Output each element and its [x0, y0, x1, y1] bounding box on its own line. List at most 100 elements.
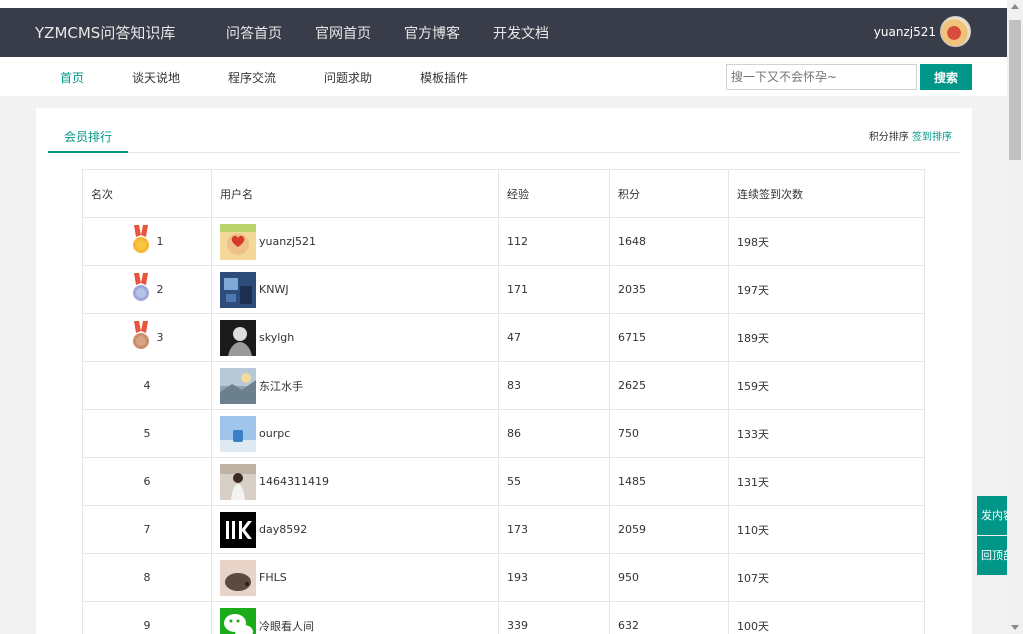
site-brand[interactable]: YZMCMS问答知识库: [35, 22, 175, 43]
username-cell: FHLS: [211, 553, 499, 602]
user-avatar-icon[interactable]: [220, 511, 256, 548]
user-name-link[interactable]: ourpc: [259, 427, 290, 440]
search-input[interactable]: [726, 64, 917, 90]
back-to-top-button[interactable]: 回顶部: [977, 536, 1007, 575]
post-content-button[interactable]: 发内容: [977, 496, 1007, 535]
table-row: 7 day8592 173 2059 110天: [82, 505, 925, 554]
user-avatar-icon[interactable]: [220, 271, 256, 308]
table-row: 2 KNWJ 171 2035 197天: [82, 265, 925, 314]
ranking-table: 名次 用户名 经验 积分 连续签到次数 1 yuanzj521 112 1648…: [82, 169, 925, 634]
rank-number: 5: [143, 427, 151, 440]
exp-cell: 112: [498, 217, 610, 266]
exp-cell: 193: [498, 553, 610, 602]
top-nav-item-docs[interactable]: 开发文档: [493, 23, 549, 43]
points-cell: 2059: [609, 505, 729, 554]
rank-cell: 7: [82, 505, 212, 554]
table-row: 3 skylgh 47 6715 189天: [82, 313, 925, 362]
rank-cell: 2: [82, 265, 212, 314]
exp-cell: 171: [498, 265, 610, 314]
table-row: 9 冷眼看人间 339 632 100天: [82, 601, 925, 634]
table-header-row: 名次 用户名 经验 积分 连续签到次数: [82, 169, 925, 218]
username-cell: skylgh: [211, 313, 499, 362]
top-nav-item-official-home[interactable]: 官网首页: [315, 23, 371, 43]
user-name-link[interactable]: yuanzj521: [259, 235, 316, 248]
scroll-down-arrow-icon[interactable]: [1011, 625, 1019, 630]
checkin-streak-cell: 159天: [728, 361, 925, 410]
points-cell: 6715: [609, 313, 729, 362]
rank-cell: 5: [82, 409, 212, 458]
checkin-streak-cell: 133天: [728, 409, 925, 458]
subnav-item-templates[interactable]: 模板插件: [420, 69, 468, 86]
rank-cell: 9: [82, 601, 212, 634]
username-cell: yuanzj521: [211, 217, 499, 266]
points-cell: 2625: [609, 361, 729, 410]
checkin-streak-cell: 107天: [728, 553, 925, 602]
subnav-item-help[interactable]: 问题求助: [324, 69, 372, 86]
rank-cell: 3: [82, 313, 212, 362]
scrollbar[interactable]: [1007, 0, 1023, 634]
username-cell: 1464311419: [211, 457, 499, 506]
checkin-streak-cell: 110天: [728, 505, 925, 554]
subnav-item-program[interactable]: 程序交流: [228, 69, 276, 86]
user-avatar-icon[interactable]: [220, 223, 256, 260]
top-nav-item-qa-home[interactable]: 问答首页: [226, 23, 282, 43]
user-name-link[interactable]: skylgh: [259, 331, 294, 344]
user-avatar-icon[interactable]: [220, 607, 256, 634]
sub-navbar: 首页 谈天说地 程序交流 问题求助 模板插件 搜索: [0, 57, 1007, 96]
table-row: 6 1464311419 55 1485 131天: [82, 457, 925, 506]
user-avatar-icon[interactable]: [220, 367, 256, 404]
scroll-thumb[interactable]: [1009, 20, 1021, 160]
username[interactable]: yuanzj521: [874, 25, 936, 39]
user-name-link[interactable]: FHLS: [259, 571, 287, 584]
exp-cell: 47: [498, 313, 610, 362]
username-cell: KNWJ: [211, 265, 499, 314]
table-row: 1 yuanzj521 112 1648 198天: [82, 217, 925, 266]
avatar[interactable]: [940, 16, 971, 47]
subnav-item-chat[interactable]: 谈天说地: [132, 69, 180, 86]
exp-cell: 86: [498, 409, 610, 458]
user-avatar-icon[interactable]: [220, 319, 256, 356]
user-avatar-icon[interactable]: [220, 415, 256, 452]
checkin-streak-cell: 197天: [728, 265, 925, 314]
username-cell: ourpc: [211, 409, 499, 458]
exp-cell: 83: [498, 361, 610, 410]
user-menu[interactable]: yuanzj521: [874, 16, 971, 47]
user-name-link[interactable]: KNWJ: [259, 283, 289, 296]
col-checkin-streak: 连续签到次数: [728, 169, 925, 218]
rank-number: 1: [156, 234, 164, 248]
rank-number: 2: [156, 282, 164, 296]
subnav-item-home[interactable]: 首页: [60, 69, 84, 86]
bronze-medal-icon: [132, 320, 149, 349]
username-cell: day8592: [211, 505, 499, 554]
sort-by-checkin[interactable]: 签到排序: [912, 132, 952, 143]
col-username: 用户名: [211, 169, 499, 218]
user-name-link[interactable]: day8592: [259, 523, 307, 536]
rank-number: 3: [156, 330, 164, 344]
tab-bar: 会员排行 积分排序 签到排序: [48, 108, 960, 153]
points-cell: 950: [609, 553, 729, 602]
points-cell: 750: [609, 409, 729, 458]
checkin-streak-cell: 198天: [728, 217, 925, 266]
sort-by-points[interactable]: 积分排序: [869, 132, 909, 143]
user-name-link[interactable]: 东江水手: [259, 378, 303, 394]
tab-member-ranking[interactable]: 会员排行: [48, 128, 128, 153]
top-nav-item-blog[interactable]: 官方博客: [404, 23, 460, 43]
user-avatar-icon[interactable]: [220, 559, 256, 596]
exp-cell: 173: [498, 505, 610, 554]
table-row: 4 东江水手 83 2625 159天: [82, 361, 925, 410]
checkin-streak-cell: 100天: [728, 601, 925, 634]
col-exp: 经验: [498, 169, 610, 218]
user-avatar-icon[interactable]: [220, 463, 256, 500]
scroll-up-arrow-icon[interactable]: [1011, 4, 1019, 9]
col-rank: 名次: [82, 169, 212, 218]
points-cell: 1485: [609, 457, 729, 506]
points-cell: 1648: [609, 217, 729, 266]
table-row: 8 FHLS 193 950 107天: [82, 553, 925, 602]
top-navbar: YZMCMS问答知识库 问答首页 官网首页 官方博客 开发文档 yuanzj52…: [0, 0, 1007, 57]
user-name-link[interactable]: 冷眼看人间: [259, 618, 314, 634]
rank-number: 7: [143, 523, 151, 536]
points-cell: 2035: [609, 265, 729, 314]
gold-medal-icon: [132, 224, 149, 253]
user-name-link[interactable]: 1464311419: [259, 475, 329, 488]
search-button[interactable]: 搜索: [920, 64, 972, 90]
